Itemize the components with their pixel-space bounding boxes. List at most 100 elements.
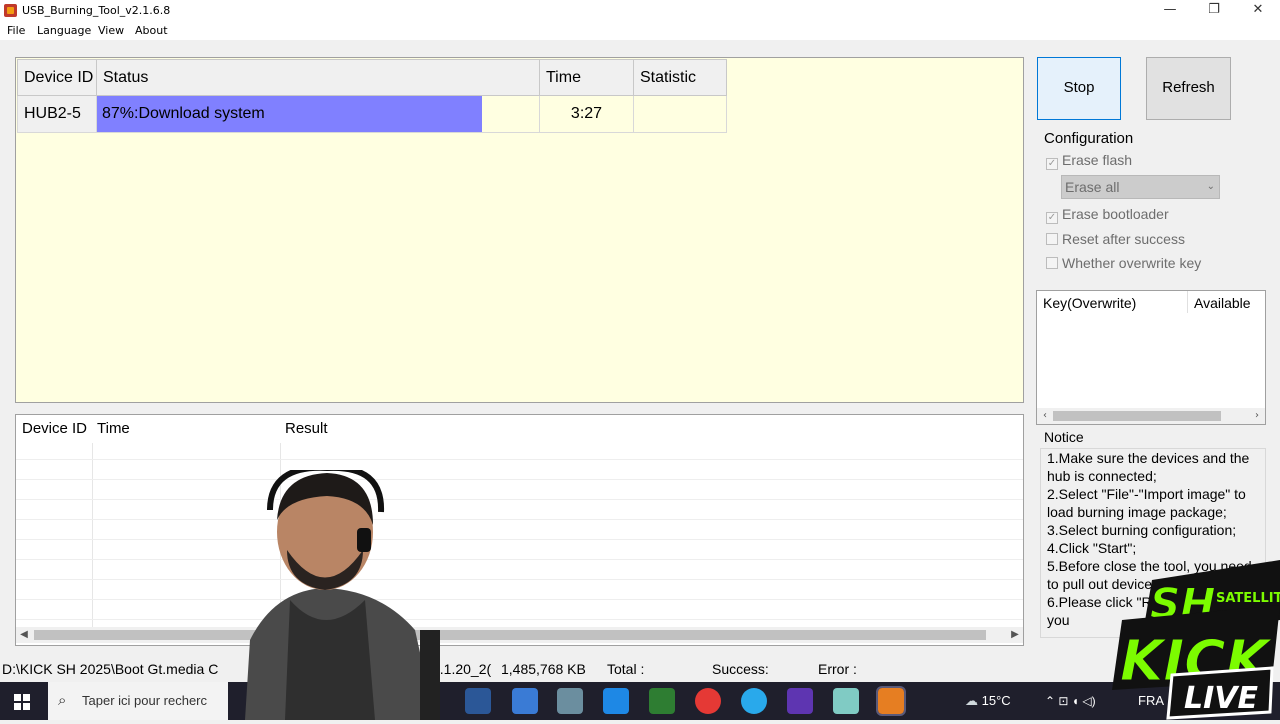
weather-widget[interactable]: ☁ 15°C <box>965 682 1011 720</box>
notice-line: 2.Select "File"-"Import image" to load b… <box>1047 486 1246 520</box>
erase-mode-select[interactable]: Erase all ⌄ <box>1061 175 1220 199</box>
reset-after-success-checkbox[interactable]: Reset after success <box>1046 231 1185 249</box>
key-col-available[interactable]: Available <box>1194 295 1251 311</box>
status-cell: 87%:Download system <box>96 95 540 133</box>
camera-app-icon[interactable] <box>465 688 491 714</box>
scroll-right-icon[interactable]: › <box>1249 408 1265 424</box>
time-cell: 3:27 <box>539 95 634 133</box>
scroll-right-icon[interactable]: ▶ <box>1007 627 1023 643</box>
erase-bootloader-checkbox[interactable]: ✓ Erase bootloader <box>1046 206 1169 224</box>
app-icon <box>4 4 17 17</box>
calculator-app-icon[interactable] <box>603 688 629 714</box>
status-bar: D:\KICK SH 2025\Boot Gt.media C 9.1.20_2… <box>0 658 1280 682</box>
close-button[interactable]: ✕ <box>1236 0 1280 22</box>
reset-after-success-label: Reset after success <box>1062 231 1185 247</box>
key-panel: Key(Overwrite) Available ‹ › <box>1036 290 1266 425</box>
overwrite-key-label: Whether overwrite key <box>1062 255 1202 271</box>
window-title: USB_Burning_Tool_v2.1.6.8 <box>22 4 171 17</box>
checkbox-empty-icon <box>1046 233 1058 245</box>
refresh-button[interactable]: Refresh <box>1146 57 1231 120</box>
device-panel: Device ID Status Time Statistic HUB2-5 8… <box>15 57 1024 403</box>
erase-bootloader-label: Erase bootloader <box>1062 206 1169 222</box>
kick-sh-satellite-live-logo: SH SATELLITE KICK LIVE <box>1112 560 1280 720</box>
checkmark-icon: ✓ <box>1046 158 1058 170</box>
log-col-result[interactable]: Result <box>285 420 328 437</box>
svg-text:LIVE: LIVE <box>1184 681 1258 716</box>
log-horizontal-scrollbar[interactable]: ◀ ▶ <box>16 627 1023 643</box>
scroll-left-icon[interactable]: ‹ <box>1037 408 1053 424</box>
folder-app-icon[interactable] <box>512 688 538 714</box>
search-icon: ⌕ <box>58 692 67 709</box>
key-horizontal-scrollbar[interactable]: ‹ › <box>1037 408 1265 424</box>
grid-divider <box>16 619 1023 620</box>
maximize-button[interactable]: ❐ <box>1192 0 1236 22</box>
erase-flash-checkbox[interactable]: ✓ Erase flash <box>1046 152 1132 170</box>
search-placeholder: Taper ici pour recherc <box>82 693 207 708</box>
network-app-icon[interactable] <box>649 688 675 714</box>
checkmark-icon: ✓ <box>1046 212 1058 224</box>
satellite-app-icon[interactable] <box>787 688 813 714</box>
cloud-icon: ☁ <box>965 693 978 708</box>
grid-divider <box>92 443 93 629</box>
erase-flash-label: Erase flash <box>1062 152 1133 168</box>
menu-bar: File Language View About <box>0 22 1280 40</box>
col-device-id[interactable]: Device ID <box>17 59 97 96</box>
status-text: 87%:Download system <box>102 105 265 122</box>
device-id-cell: HUB2-5 <box>17 95 97 133</box>
grid-divider <box>16 559 1023 560</box>
col-time[interactable]: Time <box>539 59 634 96</box>
notice-line: 3.Select burning configuration; <box>1047 522 1237 538</box>
image-path: D:\KICK SH 2025\Boot Gt.media C <box>2 661 219 677</box>
notepad-app-icon[interactable] <box>833 688 859 714</box>
tool-app-icon[interactable] <box>557 688 583 714</box>
usb-burning-tool-taskbar-icon[interactable] <box>876 686 906 716</box>
windows-start-icon[interactable] <box>0 682 44 720</box>
grid-divider <box>16 459 1023 460</box>
key-col-overwrite[interactable]: Key(Overwrite) <box>1043 295 1136 311</box>
menu-file[interactable]: File <box>7 24 25 37</box>
weather-temp: 15°C <box>981 693 1011 708</box>
log-panel: Device ID Time Result ◀ ▶ <box>15 414 1024 646</box>
col-statistic[interactable]: Statistic <box>633 59 727 96</box>
configuration-label: Configuration <box>1044 130 1134 147</box>
webcam-overlay <box>245 470 440 720</box>
scroll-left-icon[interactable]: ◀ <box>16 627 32 643</box>
scrollbar-thumb[interactable] <box>1053 411 1221 421</box>
menu-view[interactable]: View <box>98 24 124 37</box>
log-col-time[interactable]: Time <box>97 420 130 437</box>
column-divider <box>1187 291 1188 313</box>
notice-label: Notice <box>1044 429 1084 445</box>
overwrite-key-checkbox[interactable]: Whether overwrite key <box>1046 255 1201 273</box>
notice-line: 1.Make sure the devices and the hub is c… <box>1047 450 1250 484</box>
table-row[interactable]: HUB2-5 87%:Download system 3:27 <box>17 95 727 133</box>
telegram-icon[interactable] <box>741 688 767 714</box>
chrome-icon[interactable] <box>695 688 721 714</box>
chevron-down-icon: ⌄ <box>1206 181 1215 192</box>
success-label: Success: <box>712 661 769 677</box>
grid-divider <box>16 579 1023 580</box>
error-label: Error : <box>818 661 857 677</box>
grid-divider <box>16 519 1023 520</box>
taskbar-search-input[interactable]: ⌕ Taper ici pour recherc <box>48 682 228 720</box>
total-label: Total : <box>607 661 645 677</box>
log-header: Device ID Time Result <box>16 415 1023 443</box>
menu-language[interactable]: Language <box>37 24 91 37</box>
checkbox-empty-icon <box>1046 257 1058 269</box>
grid-divider <box>16 479 1023 480</box>
grid-divider <box>16 499 1023 500</box>
device-table: Device ID Status Time Statistic HUB2-5 8… <box>17 59 727 133</box>
menu-about[interactable]: About <box>135 24 168 37</box>
system-tray-icons[interactable]: ⌃ ⊡ ◖ ◁) <box>1045 682 1096 720</box>
title-bar: USB_Burning_Tool_v2.1.6.8 — ❐ ✕ <box>0 0 1280 22</box>
scrollbar-thumb[interactable] <box>34 630 986 640</box>
grid-divider <box>16 599 1023 600</box>
log-col-device-id[interactable]: Device ID <box>22 420 87 437</box>
col-status[interactable]: Status <box>96 59 540 96</box>
taskbar: ⌕ Taper ici pour recherc ☁ 15°C ⌃ ⊡ ◖ ◁)… <box>0 682 1280 720</box>
minimize-button[interactable]: — <box>1148 0 1192 22</box>
stop-button[interactable]: Stop <box>1037 57 1121 120</box>
notice-line: 4.Click "Start"; <box>1047 540 1137 556</box>
erase-mode-value: Erase all <box>1065 179 1120 195</box>
image-size: 1,485,768 KB <box>501 661 586 677</box>
grid-divider <box>16 539 1023 540</box>
